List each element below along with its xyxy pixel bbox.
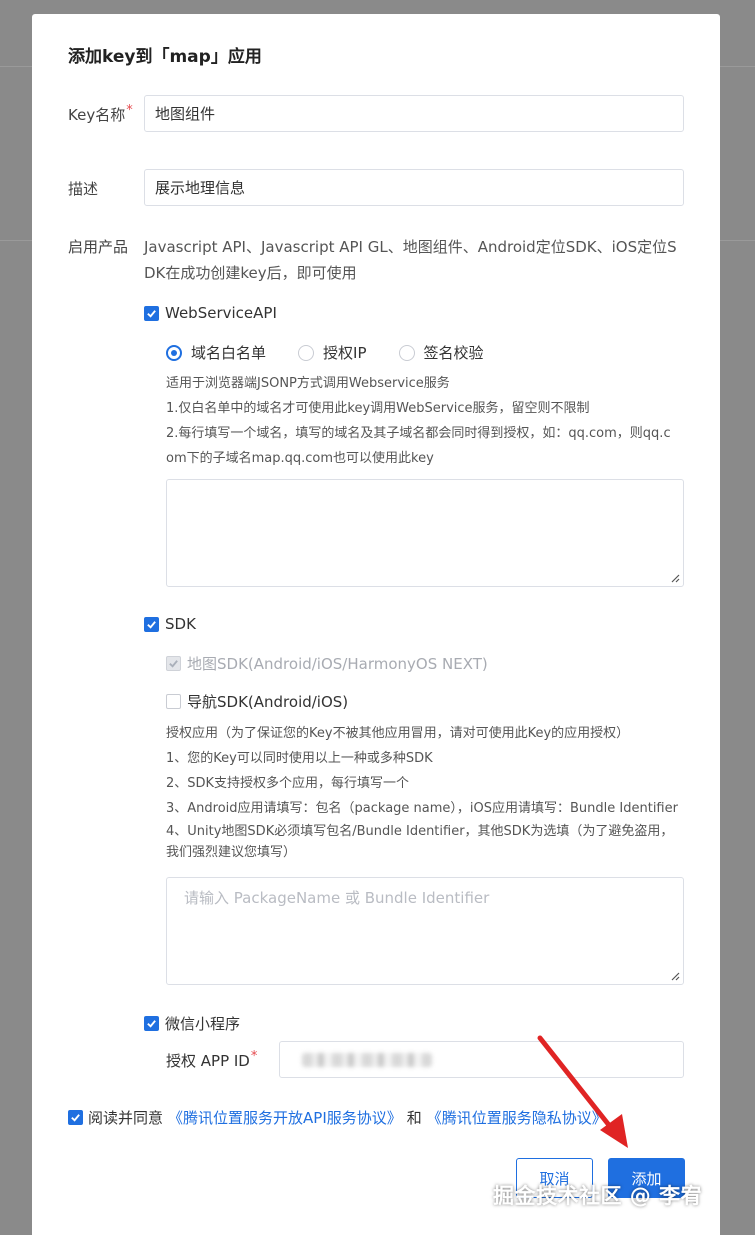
help-line: 适用于浏览器端JSONP方式调用Webservice服务 — [166, 376, 450, 391]
map-sdk-checkbox-row: 地图SDK(Android/iOS/HarmonyOS NEXT) — [166, 653, 488, 674]
check-icon — [147, 620, 156, 629]
map-sdk-label: 地图SDK(Android/iOS/HarmonyOS NEXT) — [187, 655, 488, 673]
description-input[interactable]: 展示地理信息 — [144, 169, 684, 206]
webservice-mode-group: 域名白名单 授权IP 签名校验 — [166, 342, 484, 363]
sdk-checkbox[interactable] — [144, 616, 159, 632]
resize-grip-icon[interactable] — [670, 971, 680, 981]
resize-grip-icon[interactable] — [670, 573, 680, 583]
nav-sdk-label: 导航SDK(Android/iOS) — [187, 693, 349, 711]
webservice-checkbox-row[interactable]: WebServiceAPI — [144, 304, 277, 322]
products-intro-line: Javascript API、Javascript API GL、地图组件、An… — [144, 238, 677, 256]
watermark: 掘金技术社区 @ 李宥 — [493, 1184, 703, 1208]
help-line: 4、Unity地图SDK必须填写包名/Bundle Identifier，其他S… — [166, 824, 674, 839]
sdk-help: 授权应用（为了保证您的Key不被其他应用冒用，请对可使用此Key的应用授权） 1… — [166, 721, 706, 863]
agreement-prefix: 阅读并同意 — [88, 1109, 164, 1127]
products-label: 启用产品 — [68, 238, 129, 256]
radio-domain-whitelist[interactable]: 域名白名单 — [166, 342, 266, 363]
check-icon — [169, 660, 178, 668]
agreement-row: 阅读并同意 《腾讯位置服务开放API服务协议》 和 《腾讯位置服务隐私协议》 — [68, 1107, 607, 1128]
sdk-label: SDK — [165, 615, 196, 633]
radio-button-selected[interactable] — [166, 344, 182, 361]
help-line: 授权应用（为了保证您的Key不被其他应用冒用，请对可使用此Key的应用授权） — [166, 726, 630, 741]
help-line: 1、您的Key可以同时使用以上一种或多种SDK — [166, 751, 433, 766]
webservice-checkbox[interactable] — [144, 305, 159, 321]
package-name-textarea[interactable]: 请输入 PackageName 或 Bundle Identifier — [166, 877, 684, 985]
products-intro: Javascript API、Javascript API GL、地图组件、An… — [144, 234, 689, 286]
help-line: 1.仅白名单中的域名才可使用此key调用WebService服务，留空则不限制 — [166, 401, 590, 416]
nav-sdk-checkbox-row[interactable]: 导航SDK(Android/iOS) — [166, 691, 348, 712]
key-name-input[interactable]: 地图组件 — [144, 95, 684, 132]
radio-label: 签名校验 — [423, 344, 484, 362]
app-id-label: 授权 APP ID* — [166, 1049, 258, 1070]
radio-label: 域名白名单 — [191, 344, 267, 362]
description-value: 展示地理信息 — [155, 179, 246, 197]
radio-signature-check[interactable]: 签名校验 — [398, 342, 484, 363]
api-service-agreement-link[interactable]: 《腾讯位置服务开放API服务协议》 — [168, 1107, 402, 1128]
key-name-value: 地图组件 — [155, 105, 216, 123]
key-name-label: Key名称* — [68, 103, 133, 124]
radio-button[interactable] — [298, 344, 315, 361]
required-mark: * — [250, 1049, 258, 1064]
map-sdk-checkbox-disabled — [166, 656, 181, 671]
radio-authorized-ip[interactable]: 授权IP — [298, 342, 367, 363]
check-icon — [147, 1020, 156, 1028]
webservice-label: WebServiceAPI — [165, 304, 277, 322]
miniprogram-label: 微信小程序 — [165, 1015, 241, 1033]
webservice-help: 适用于浏览器端JSONP方式调用Webservice服务 1.仅白名单中的域名才… — [166, 371, 686, 471]
miniprogram-checkbox-row[interactable]: 微信小程序 — [144, 1013, 240, 1034]
domain-whitelist-textarea[interactable] — [166, 479, 684, 587]
miniprogram-checkbox[interactable] — [144, 1016, 159, 1031]
help-line: 2.每行填写一个域名，填写的域名及其子域名都会同时得到授权，如：qq.com，则… — [166, 426, 671, 441]
help-line: 2、SDK支持授权多个应用，每行填写一个 — [166, 776, 410, 791]
required-mark: * — [126, 103, 133, 118]
dialog-title: 添加key到「map」应用 — [68, 47, 262, 67]
help-line: om下的子域名map.qq.com也可以使用此key — [166, 451, 434, 466]
description-label: 描述 — [68, 180, 99, 198]
help-line: 3、Android应用请填写：包名（package name），iOS应用请填写… — [166, 801, 678, 816]
nav-sdk-checkbox[interactable] — [166, 694, 181, 709]
check-icon — [147, 309, 156, 318]
help-line: 我们强烈建议您填写） — [166, 845, 297, 860]
radio-button[interactable] — [398, 344, 415, 361]
agreement-joiner: 和 — [406, 1109, 422, 1127]
redacted-app-id — [302, 1052, 432, 1067]
check-icon — [71, 1114, 80, 1122]
package-name-placeholder: 请输入 PackageName 或 Bundle Identifier — [184, 889, 490, 907]
agreement-checkbox[interactable] — [68, 1110, 83, 1125]
radio-label: 授权IP — [323, 344, 367, 362]
arrow-annotation — [537, 1035, 628, 1148]
products-intro-line: DK在成功创建key后，即可使用 — [144, 264, 357, 282]
sdk-checkbox-row[interactable]: SDK — [144, 615, 196, 633]
